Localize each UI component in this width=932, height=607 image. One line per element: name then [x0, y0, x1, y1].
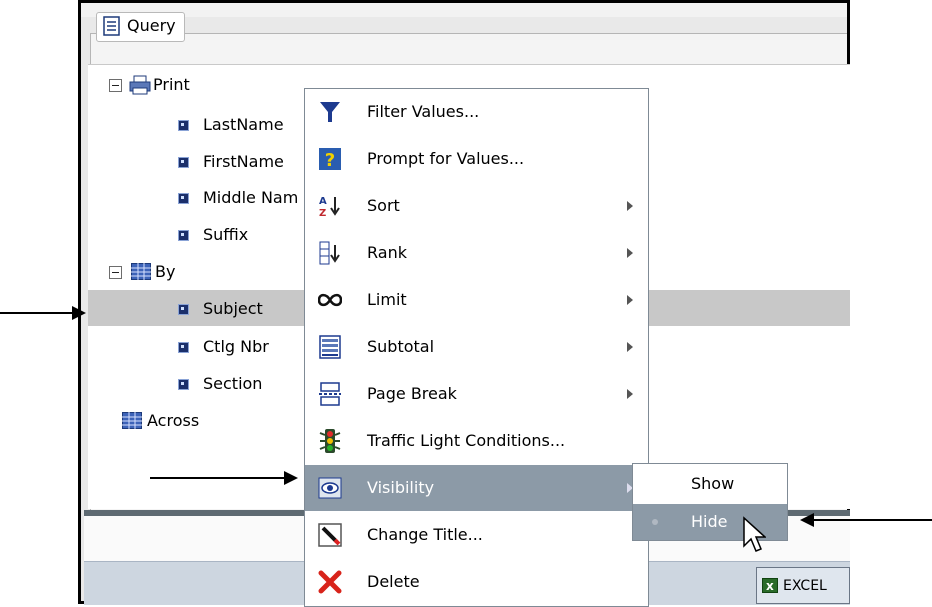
- tree-field-section[interactable]: Section: [178, 367, 304, 401]
- sort-az-icon: A Z: [319, 196, 340, 218]
- excel-icon: [762, 568, 778, 604]
- submenu-item-label: Hide: [691, 512, 728, 531]
- panel-title-label: Query: [127, 16, 176, 35]
- field-label: Subject: [203, 299, 263, 318]
- submenu-item-label: Show: [691, 474, 735, 493]
- annotation-arrow-icon: [72, 306, 86, 320]
- menu-item-label: Sort: [367, 196, 400, 215]
- bullet-icon: [652, 519, 658, 525]
- tree-field-ctlg-nbr[interactable]: Ctlg Nbr: [178, 330, 304, 364]
- tree-field-lastname[interactable]: LastName: [178, 108, 308, 142]
- svg-text:A: A: [319, 196, 327, 207]
- menu-item-label: Visibility: [367, 478, 435, 497]
- page-break-icon: [319, 382, 341, 406]
- menu-item-label: Filter Values...: [367, 102, 480, 121]
- printer-icon: [129, 75, 151, 95]
- delete-x-icon: [318, 570, 342, 594]
- submenu-item-show[interactable]: Show: [633, 466, 787, 502]
- field-label: Section: [203, 374, 263, 393]
- context-menu: Filter Values... ? Prompt for Values... …: [304, 88, 649, 607]
- menu-item-label: Subtotal: [367, 337, 435, 356]
- field-label: Ctlg Nbr: [203, 337, 269, 356]
- tree-field-firstname[interactable]: FirstName: [178, 145, 308, 179]
- menu-item-subtotal[interactable]: Subtotal: [305, 324, 648, 370]
- pencil-icon: [318, 523, 342, 547]
- menu-item-rank[interactable]: Rank: [305, 230, 648, 276]
- field-icon: [178, 379, 189, 390]
- tree-field-subject[interactable]: Subject: [178, 292, 304, 326]
- annotation-arrow-line: [812, 519, 932, 521]
- submenu-arrow-icon: [627, 248, 633, 258]
- field-label: Middle Nam: [203, 188, 299, 207]
- annotation-arrow-line: [150, 477, 288, 479]
- menu-item-delete[interactable]: Delete: [305, 559, 648, 605]
- menu-item-traffic-light[interactable]: Traffic Light Conditions...: [305, 418, 648, 464]
- annotation-arrow-line: [0, 312, 74, 314]
- subtotal-icon: [319, 335, 341, 359]
- excel-button-label: EXCEL: [783, 578, 827, 594]
- field-icon: [178, 157, 189, 168]
- query-panel-title: Query: [96, 12, 185, 42]
- tree-node-across[interactable]: Across: [122, 404, 302, 438]
- collapse-icon[interactable]: [109, 79, 122, 92]
- menu-item-visibility[interactable]: Visibility: [305, 465, 648, 511]
- field-icon: [178, 193, 189, 204]
- infinity-icon: [318, 293, 342, 307]
- menu-item-label: Limit: [367, 290, 407, 309]
- traffic-light-icon: [319, 429, 341, 453]
- menu-item-label: Prompt for Values...: [367, 149, 525, 168]
- svg-text:Z: Z: [319, 208, 326, 218]
- field-icon: [178, 342, 189, 353]
- menu-item-limit[interactable]: Limit: [305, 277, 648, 323]
- excel-output-button[interactable]: EXCEL: [756, 567, 850, 604]
- eye-icon: [318, 477, 342, 499]
- annotation-arrow-icon: [284, 471, 298, 485]
- tree-field-suffix[interactable]: Suffix: [178, 218, 304, 252]
- tree-node-label: Print: [153, 75, 190, 94]
- submenu-arrow-icon: [627, 389, 633, 399]
- top-strip: [81, 3, 847, 17]
- tree-node-label: By: [155, 262, 176, 281]
- funnel-icon: [320, 102, 340, 122]
- menu-item-prompt-for-values[interactable]: ? Prompt for Values...: [305, 136, 648, 182]
- collapse-icon[interactable]: [109, 266, 122, 279]
- menu-item-sort[interactable]: A Z Sort: [305, 183, 648, 229]
- submenu-arrow-icon: [627, 295, 633, 305]
- annotation-arrow-icon: [800, 513, 814, 527]
- document-icon: [103, 16, 120, 36]
- question-icon: ?: [319, 148, 341, 171]
- field-label: Suffix: [203, 225, 249, 244]
- field-label: LastName: [203, 115, 284, 134]
- grid-icon: [122, 412, 142, 429]
- menu-item-label: Page Break: [367, 384, 457, 403]
- field-label: FirstName: [203, 152, 284, 171]
- rank-icon: [319, 241, 340, 265]
- tree-node-print[interactable]: Print: [105, 68, 305, 102]
- menu-item-page-break[interactable]: Page Break: [305, 371, 648, 417]
- field-icon: [178, 304, 189, 315]
- field-icon: [178, 230, 189, 241]
- grid-icon: [131, 263, 151, 280]
- svg-text:?: ?: [325, 150, 335, 171]
- submenu-arrow-icon: [627, 201, 633, 211]
- menu-item-change-title[interactable]: Change Title...: [305, 512, 648, 558]
- tree-field-middlename[interactable]: Middle Nam: [178, 181, 304, 215]
- menu-item-filter-values[interactable]: Filter Values...: [305, 89, 648, 135]
- menu-item-label: Traffic Light Conditions...: [367, 431, 566, 450]
- tree-node-by[interactable]: By: [105, 255, 305, 289]
- submenu-arrow-icon: [627, 342, 633, 352]
- field-icon: [178, 120, 189, 131]
- mouse-cursor-icon: [743, 516, 766, 552]
- menu-item-label: Rank: [367, 243, 407, 262]
- menu-item-label: Delete: [367, 572, 420, 591]
- menu-item-label: Change Title...: [367, 525, 483, 544]
- tree-node-label: Across: [147, 411, 200, 430]
